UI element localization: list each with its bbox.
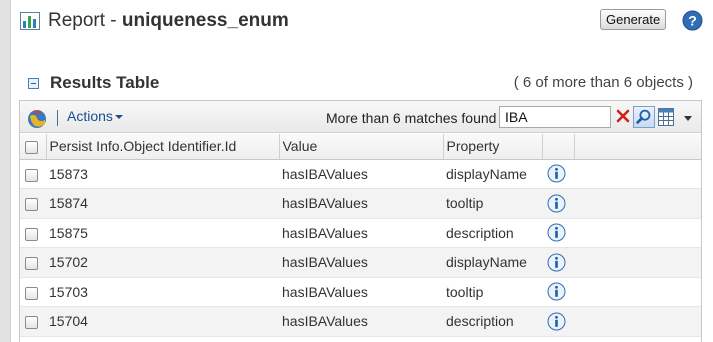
column-header-info: [542, 134, 575, 160]
help-icon[interactable]: ?: [682, 10, 703, 31]
row-checkbox[interactable]: [25, 316, 38, 330]
property-cell: description: [443, 218, 542, 248]
column-header-value[interactable]: Value: [279, 134, 444, 160]
property-cell: displayName: [443, 247, 542, 278]
value-cell: hasIBAValues: [279, 188, 443, 219]
value-cell: hasIBAValues: [279, 159, 443, 189]
results-table: Persist Info.Object Identifier.Id Value …: [20, 134, 701, 337]
search-button[interactable]: [633, 106, 655, 128]
section-title: Results Table: [50, 73, 160, 92]
property-cell: description: [443, 306, 542, 337]
globe-icon[interactable]: [26, 107, 48, 129]
page-header: Report - uniqueness_enum Generate ?: [20, 8, 713, 38]
table-header-row: Persist Info.Object Identifier.Id Value …: [20, 134, 701, 160]
page-title: Report - uniqueness_enum: [48, 10, 289, 32]
column-header-id[interactable]: Persist Info.Object Identifier.Id: [46, 134, 280, 160]
info-icon[interactable]: [547, 223, 566, 242]
id-cell: 15874: [46, 188, 279, 219]
select-all-cell: [20, 134, 47, 160]
value-cell: hasIBAValues: [279, 247, 443, 278]
id-cell: 15704: [46, 306, 279, 337]
title-prefix: Report -: [48, 10, 122, 31]
row-checkbox[interactable]: [25, 257, 38, 271]
value-cell: hasIBAValues: [279, 277, 443, 307]
bar-chart-icon: [20, 12, 40, 30]
table-toolbar: Actions More than 6 matches found: [20, 101, 701, 133]
id-cell: 15702: [46, 247, 279, 278]
report-name: uniqueness_enum: [121, 10, 289, 31]
generate-button[interactable]: Generate: [600, 9, 667, 30]
info-icon[interactable]: [547, 194, 566, 213]
row-checkbox[interactable]: [25, 168, 38, 182]
object-count: ( 6 of more than 6 objects ): [513, 74, 693, 91]
table-row: 15875 hasIBAValues description: [20, 218, 701, 248]
collapse-icon[interactable]: [28, 78, 39, 89]
id-cell: 15875: [46, 218, 279, 248]
toolbar-separator: [57, 110, 58, 126]
table-row: 15874 hasIBAValues tooltip: [20, 188, 701, 219]
id-cell: 15873: [46, 159, 279, 189]
info-icon[interactable]: [547, 282, 566, 301]
row-checkbox[interactable]: [25, 227, 38, 241]
table-row: 15873 hasIBAValues displayName: [20, 159, 701, 189]
table-view-icon[interactable]: [658, 108, 674, 126]
actions-label: Actions: [67, 108, 113, 124]
search-icon: [636, 109, 651, 124]
results-table-panel: Actions More than 6 matches found Persis…: [19, 100, 702, 342]
value-cell: hasIBAValues: [279, 306, 443, 337]
results-section-header: Results Table ( 6 of more than 6 objects…: [28, 72, 697, 94]
table-row: 15702 hasIBAValues displayName: [20, 247, 701, 278]
actions-menu[interactable]: Actions: [67, 108, 123, 124]
info-icon[interactable]: [547, 164, 566, 183]
row-checkbox[interactable]: [25, 286, 38, 300]
select-all-checkbox[interactable]: [25, 141, 38, 155]
row-checkbox[interactable]: [25, 198, 38, 212]
property-cell: tooltip: [443, 277, 542, 307]
table-menu-chevron-icon[interactable]: [684, 116, 692, 121]
clear-icon[interactable]: [616, 109, 630, 123]
property-cell: tooltip: [443, 188, 542, 219]
table-row: 15703 hasIBAValues tooltip: [20, 277, 701, 307]
left-frame-strip: [0, 0, 11, 342]
value-cell: hasIBAValues: [279, 218, 443, 248]
column-header-property[interactable]: Property: [443, 134, 543, 160]
match-count-text: More than 6 matches found: [326, 110, 497, 126]
chevron-down-icon: [114, 115, 123, 120]
info-icon[interactable]: [547, 312, 566, 331]
search-input[interactable]: [499, 106, 611, 128]
table-row: 15704 hasIBAValues description: [20, 306, 701, 337]
id-cell: 15703: [46, 277, 279, 307]
property-cell: displayName: [443, 159, 542, 189]
svg-text:?: ?: [688, 13, 697, 29]
column-header-filler: [574, 134, 701, 160]
info-icon[interactable]: [547, 253, 566, 272]
